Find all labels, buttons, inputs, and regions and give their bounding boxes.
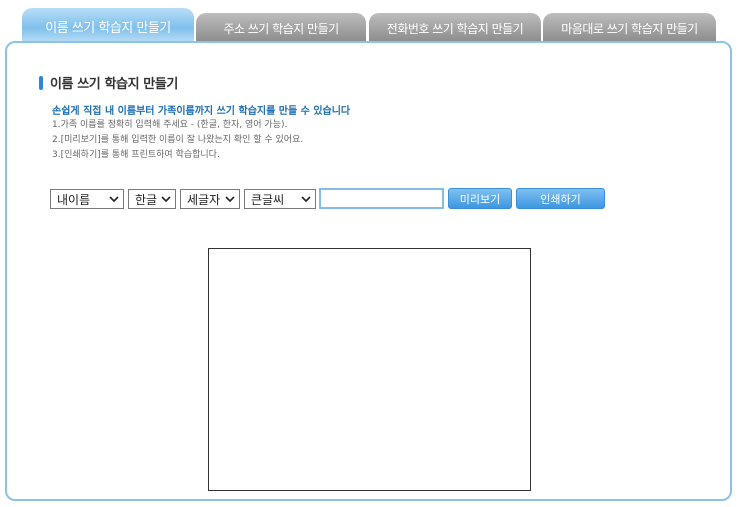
- page-title: 이름 쓰기 학습지 만들기: [50, 77, 178, 92]
- chevron-down-icon: [301, 196, 311, 203]
- section-heading: 이름 쓰기 학습지 만들기: [39, 73, 178, 92]
- instruction-list: 1.가족 이름를 정확히 입력해 주세요 - (한글, 한자, 영어 가능). …: [52, 118, 303, 163]
- content-panel: 이름 쓰기 학습지 만들기 손쉽게 직접 내 이름부터 가족이름까지 쓰기 학습…: [5, 41, 732, 501]
- instruction-step: 1.가족 이름를 정확히 입력해 주세요 - (한글, 한자, 영어 가능).: [52, 120, 288, 130]
- chevron-down-icon: [109, 196, 119, 203]
- chevron-down-icon: [225, 196, 235, 203]
- preview-button[interactable]: 미리보기: [448, 188, 512, 209]
- script-select[interactable]: 한글: [128, 189, 176, 209]
- who-select-value: 내이름: [57, 192, 91, 207]
- instruction-step: 2.[미리보기]를 통해 입력한 이름이 잘 나왔는지 확인 할 수 있어요.: [52, 135, 304, 145]
- orientation-select[interactable]: 세글자: [180, 189, 240, 209]
- size-select[interactable]: 큰글씨: [244, 189, 316, 209]
- orientation-select-value: 세글자: [187, 192, 221, 207]
- script-select-value: 한글: [135, 192, 158, 207]
- size-select-value: 큰글씨: [251, 192, 285, 207]
- tab-address-worksheet[interactable]: 주소 쓰기 학습지 만들기: [196, 13, 366, 43]
- tab-bar: 이름 쓰기 학습지 만들기 주소 쓰기 학습지 만들기 전화번호 쓰기 학습지 …: [0, 0, 740, 44]
- tab-name-worksheet[interactable]: 이름 쓰기 학습지 만들기: [22, 8, 194, 44]
- print-button[interactable]: 인쇄하기: [516, 188, 605, 209]
- who-select[interactable]: 내이름: [50, 189, 124, 209]
- instruction-step: 3.[인쇄하기]를 통해 프린트하여 학습합니다.: [52, 150, 220, 160]
- worksheet-preview: [208, 248, 531, 491]
- tab-free-worksheet[interactable]: 마음대로 쓰기 학습지 만들기: [543, 13, 716, 43]
- name-input[interactable]: [319, 188, 444, 209]
- intro-text: 손쉽게 직접 내 이름부터 가족이름까지 쓰기 학습지를 만들 수 있습니다: [52, 106, 351, 117]
- tab-phone-worksheet[interactable]: 전화번호 쓰기 학습지 만들기: [369, 13, 541, 43]
- chevron-down-icon: [161, 196, 171, 203]
- heading-marker-icon: [39, 75, 43, 90]
